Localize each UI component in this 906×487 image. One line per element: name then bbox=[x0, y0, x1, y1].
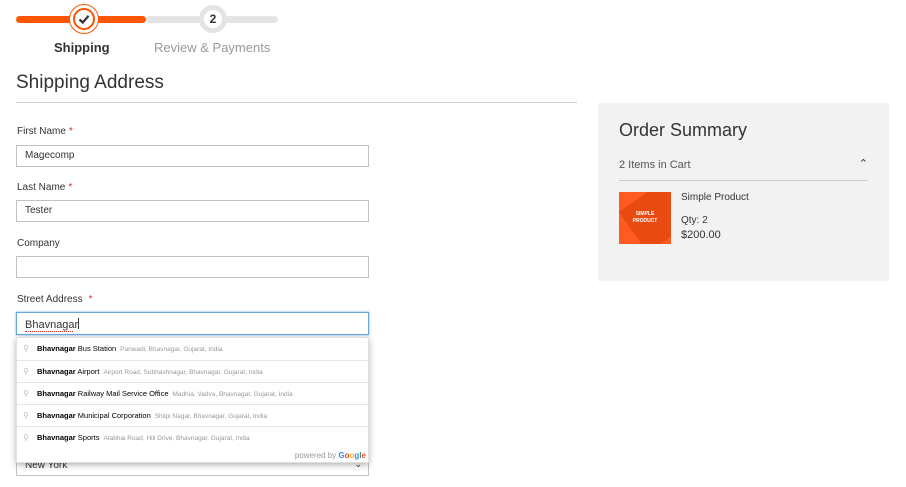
step-review-label[interactable]: Review & Payments bbox=[154, 40, 270, 55]
section-divider bbox=[16, 102, 577, 103]
autocomplete-suggestion[interactable]: ⚲ Bhavnagar Bus Station Panwadi, Bhavnag… bbox=[17, 338, 368, 360]
product-price: $200.00 bbox=[681, 229, 721, 241]
order-summary-panel: Order Summary 2 Items in Cart ⌃ SIMPLE P… bbox=[598, 103, 889, 281]
address-autocomplete-dropdown: ⚲ Bhavnagar Bus Station Panwadi, Bhavnag… bbox=[16, 337, 369, 463]
spellcheck-underline bbox=[25, 330, 73, 332]
summary-divider bbox=[619, 180, 868, 181]
step-review-number[interactable]: 2 bbox=[199, 5, 227, 33]
step-shipping-check-icon[interactable] bbox=[70, 5, 98, 33]
company-input[interactable] bbox=[16, 256, 369, 278]
map-pin-icon: ⚲ bbox=[23, 411, 29, 420]
product-name: Simple Product bbox=[681, 192, 749, 203]
last-name-input[interactable]: Tester bbox=[16, 200, 369, 222]
text-caret bbox=[78, 318, 80, 329]
company-label: Company bbox=[17, 238, 60, 249]
checkout-progress-bar: 2 Shipping Review & Payments bbox=[16, 0, 286, 60]
shipping-address-title: Shipping Address bbox=[16, 72, 164, 93]
street-address-input[interactable]: Bhavnagar bbox=[16, 312, 369, 335]
product-quantity: Qty: 2 bbox=[681, 215, 708, 226]
required-mark: * bbox=[68, 126, 73, 137]
step-shipping-label[interactable]: Shipping bbox=[54, 40, 110, 55]
first-name-label: First Name * bbox=[17, 126, 73, 137]
autocomplete-suggestion[interactable]: ⚲ Bhavnagar Railway Mail Service Office … bbox=[17, 382, 368, 404]
order-summary-title: Order Summary bbox=[619, 120, 748, 140]
map-pin-icon: ⚲ bbox=[23, 389, 29, 398]
map-pin-icon: ⚲ bbox=[23, 367, 29, 376]
autocomplete-suggestion[interactable]: ⚲ Bhavnagar Airport Airport Road, Subhas… bbox=[17, 360, 368, 382]
map-pin-icon: ⚲ bbox=[23, 344, 29, 353]
required-mark: * bbox=[68, 182, 73, 193]
powered-by-google-logo: powered by Google bbox=[294, 451, 366, 460]
chevron-up-icon[interactable]: ⌃ bbox=[859, 157, 868, 170]
autocomplete-suggestion[interactable]: ⚲ Bhavnagar Municipal Corporation Shilpi… bbox=[17, 404, 368, 426]
items-in-cart-toggle[interactable]: 2 Items in Cart bbox=[619, 159, 691, 171]
first-name-input[interactable]: Magecomp bbox=[16, 145, 369, 167]
last-name-label: Last Name * bbox=[17, 182, 73, 193]
street-address-label: Street Address * bbox=[17, 294, 93, 305]
product-thumbnail[interactable]: SIMPLE PRODUCT bbox=[619, 192, 671, 244]
map-pin-icon: ⚲ bbox=[23, 433, 29, 442]
autocomplete-suggestion[interactable]: ⚲ Bhavnagar Sports Atabhai Road, Hill Dr… bbox=[17, 426, 368, 448]
required-mark: * bbox=[88, 294, 93, 305]
